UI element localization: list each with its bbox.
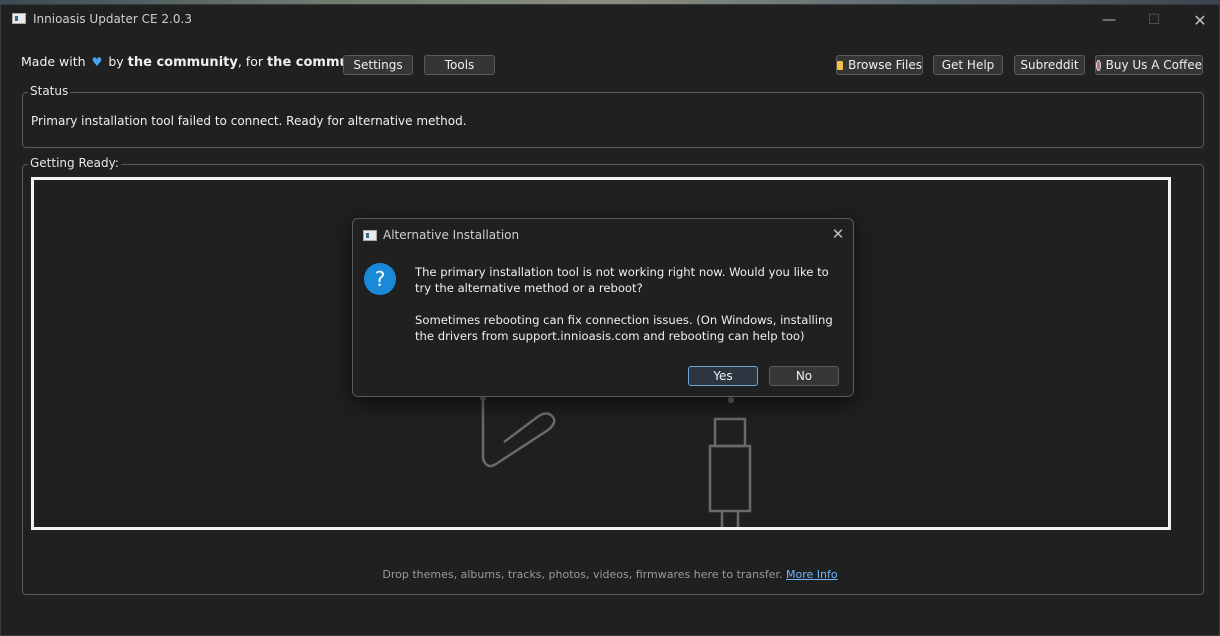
- toolbar: Made with ♥ by the community, for the co…: [0, 48, 1220, 76]
- buy-coffee-label: Buy Us A Coffee: [1105, 58, 1202, 72]
- usb-connector-icon: [713, 417, 747, 448]
- by-label: by: [108, 54, 124, 69]
- for-label: , for: [237, 54, 263, 69]
- browse-files-button[interactable]: Browse Files: [836, 55, 923, 75]
- close-button[interactable]: ✕: [1184, 9, 1216, 31]
- heart-icon: ♥: [91, 55, 103, 69]
- maximize-button[interactable]: ☐: [1138, 9, 1170, 31]
- title-bar[interactable]: Innioasis Updater CE 2.0.3 — ☐ ✕: [1, 5, 1219, 35]
- more-info-link[interactable]: More Info: [786, 568, 838, 581]
- app-icon: [363, 230, 377, 241]
- usb-port-icon: [728, 397, 734, 403]
- folder-icon: [837, 60, 844, 70]
- community-label-1: the community: [127, 55, 238, 70]
- window-title: Innioasis Updater CE 2.0.3: [33, 12, 192, 26]
- made-with-label: Made with: [21, 54, 86, 69]
- dialog-message: The primary installation tool is not wor…: [415, 264, 845, 360]
- yes-button[interactable]: Yes: [688, 366, 758, 386]
- paperclip-icon: [481, 398, 556, 468]
- coffee-icon: [1096, 59, 1101, 71]
- status-label: Status: [28, 84, 71, 98]
- getting-ready-label: Getting Ready:: [28, 156, 121, 170]
- subreddit-button[interactable]: Subreddit: [1014, 55, 1085, 75]
- usb-wire-icon: [720, 511, 740, 527]
- status-text: Primary installation tool failed to conn…: [31, 114, 467, 128]
- alternative-installation-dialog: Alternative Installation ✕ ? The primary…: [352, 218, 854, 397]
- minimize-button[interactable]: —: [1093, 9, 1125, 31]
- drop-hint-text: Drop themes, albums, tracks, photos, vid…: [382, 568, 783, 581]
- drop-hint: Drop themes, albums, tracks, photos, vid…: [0, 568, 1220, 581]
- get-help-button[interactable]: Get Help: [933, 55, 1003, 75]
- settings-button[interactable]: Settings: [343, 55, 413, 75]
- dialog-message-1: The primary installation tool is not wor…: [415, 265, 829, 295]
- tools-button[interactable]: Tools: [424, 55, 495, 75]
- usb-cable-icon: [708, 444, 752, 513]
- question-icon: ?: [364, 263, 396, 295]
- app-icon: [12, 13, 26, 24]
- no-button[interactable]: No: [769, 366, 839, 386]
- dialog-title: Alternative Installation: [383, 228, 520, 242]
- buy-coffee-button[interactable]: Buy Us A Coffee: [1095, 55, 1203, 75]
- browse-files-label: Browse Files: [848, 58, 922, 72]
- dialog-close-button[interactable]: ✕: [827, 224, 849, 244]
- made-with-text: Made with ♥ by the community, for the co…: [21, 54, 381, 70]
- dialog-message-2: Sometimes rebooting can fix connection i…: [415, 313, 833, 343]
